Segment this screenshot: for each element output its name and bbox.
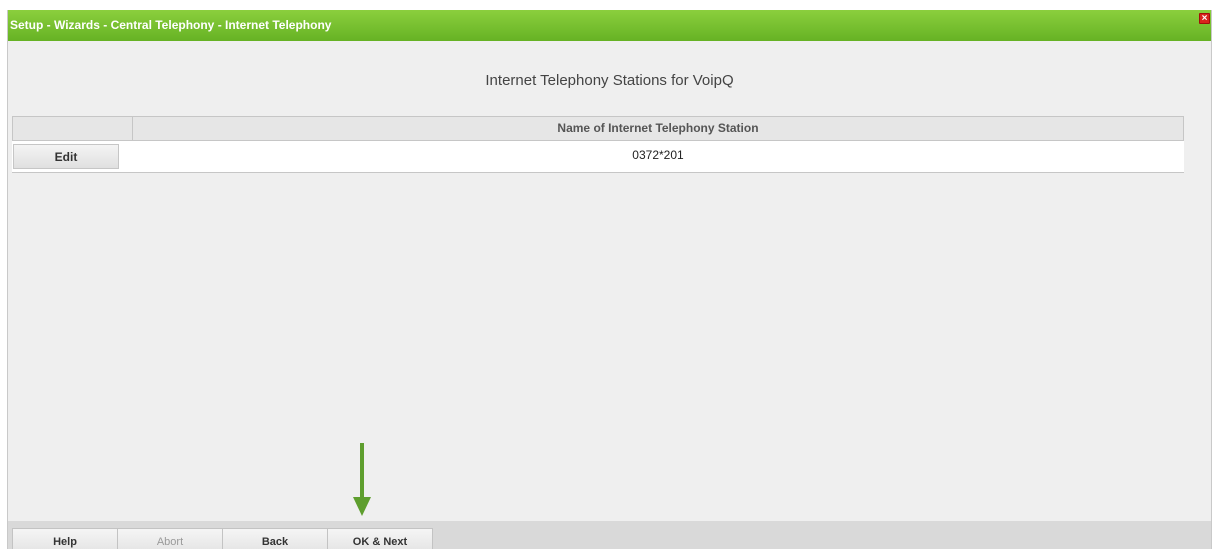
table-row: Edit 0372*201 (12, 141, 1184, 173)
abort-button: Abort (117, 528, 223, 549)
action-cell: Edit (12, 141, 132, 172)
back-button[interactable]: Back (222, 528, 328, 549)
close-icon[interactable]: × (1199, 13, 1210, 24)
station-name-cell: 0372*201 (632, 148, 684, 162)
footer-button-group: Help Abort Back OK & Next (12, 528, 433, 549)
header-action-column (13, 117, 133, 140)
help-button[interactable]: Help (12, 528, 118, 549)
wizard-window: Setup - Wizards - Central Telephony - In… (7, 10, 1212, 549)
page-heading: Internet Telephony Stations for VoipQ (485, 72, 734, 89)
down-arrow-icon (353, 443, 371, 516)
ok-next-button[interactable]: OK & Next (327, 528, 433, 549)
table-header: Name of Internet Telephony Station (12, 116, 1184, 141)
stations-table: Name of Internet Telephony Station Edit … (12, 116, 1184, 173)
edit-button[interactable]: Edit (13, 144, 119, 169)
title-bar: Setup - Wizards - Central Telephony - In… (8, 10, 1211, 41)
header-station-name: Name of Internet Telephony Station (557, 121, 759, 135)
footer-bar: Help Abort Back OK & Next (8, 521, 1211, 549)
window-title: Setup - Wizards - Central Telephony - In… (10, 18, 332, 32)
